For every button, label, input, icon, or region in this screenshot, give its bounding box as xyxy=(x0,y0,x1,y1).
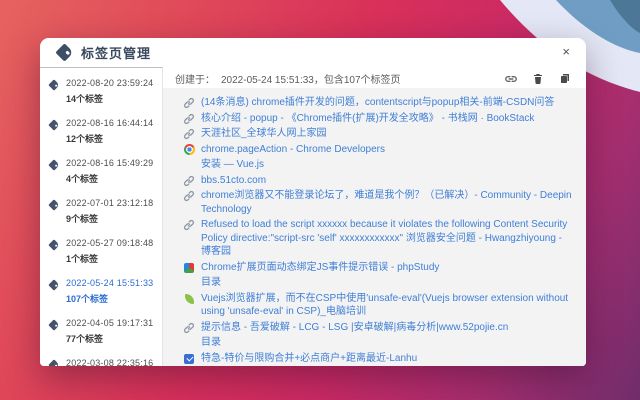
window-body: 2022-08-20 23:59:24 14个标签 2022-08-16 16:… xyxy=(40,67,586,366)
group-date: 2022-08-20 23:59:24 xyxy=(66,78,153,88)
tab-link-row[interactable]: Vuejs浏览器扩展，而不在CSP中使用'unsafe-eval'(Vuejs … xyxy=(183,291,574,320)
tab-link[interactable]: Refused to load the script xxxxxx becaus… xyxy=(201,218,574,259)
page-title: 标签页管理 xyxy=(81,43,151,62)
group-detail-header: 创建于： 2022-05-24 15:51:33，包含107个标签页 xyxy=(163,67,586,88)
group-count: 9个标签 xyxy=(66,212,153,225)
blank-favicon xyxy=(183,337,195,349)
tab-link-row[interactable]: 目录 xyxy=(183,335,574,351)
trash-icon xyxy=(532,72,544,85)
link-icon xyxy=(183,322,195,334)
link-icon xyxy=(183,113,195,125)
group-date: 2022-05-24 15:51:33 xyxy=(66,278,153,288)
tag-icon xyxy=(48,239,59,250)
group-count: 12个标签 xyxy=(66,132,153,145)
lanhu-icon xyxy=(183,353,195,365)
tab-link[interactable]: 安装 — Vue.js xyxy=(201,158,264,172)
main-panel: 创建于： 2022-05-24 15:51:33，包含107个标签页 xyxy=(163,67,586,366)
tab-link-row[interactable]: 核心介绍 - popup - 《Chrome插件(扩展)开发全攻略》 - 书栈网… xyxy=(183,111,574,127)
tag-icon xyxy=(48,79,59,90)
tab-link[interactable]: 目录 xyxy=(201,336,221,350)
tab-link-row[interactable]: chrome浏览器又不能登录论坛了，难道是我个例？（已解决）- Communit… xyxy=(183,188,574,217)
link-icon xyxy=(504,72,518,86)
tab-manager-window: 标签页管理 × 2022-08-20 23:59:24 14个标签 2022-0… xyxy=(40,38,586,366)
tab-link-row[interactable]: chrome.pageAction - Chrome Developers xyxy=(183,142,574,158)
tag-icon xyxy=(48,279,59,290)
tab-link[interactable]: chrome.pageAction - Chrome Developers xyxy=(201,143,385,157)
created-label: 创建于： xyxy=(175,71,215,86)
tab-link[interactable]: 目录 xyxy=(201,276,221,290)
tab-link-row[interactable]: 目录 xyxy=(183,275,574,291)
tab-link[interactable]: chrome浏览器又不能登录论坛了，难道是我个例？（已解决）- Communit… xyxy=(201,189,574,216)
blank-favicon xyxy=(183,159,195,171)
tab-group-item[interactable]: 2022-07-01 23:12:18 9个标签 xyxy=(48,192,162,232)
tab-link-row[interactable]: (14条消息) chrome插件开发的问题，contentscript与popu… xyxy=(183,95,574,111)
header-actions xyxy=(504,72,572,86)
tab-group-item[interactable]: 2022-08-16 15:49:29 4个标签 xyxy=(48,152,162,192)
tag-icon xyxy=(48,359,59,366)
delete-button[interactable] xyxy=(531,72,545,86)
link-icon xyxy=(183,219,195,231)
tag-icon xyxy=(55,43,73,61)
created-value: 2022-05-24 15:51:33，包含107个标签页 xyxy=(221,71,401,86)
tab-link-row[interactable]: 天涯社区_全球华人网上家园 xyxy=(183,126,574,142)
group-date: 2022-03-08 22:35:16 xyxy=(66,358,153,366)
group-sidebar: 2022-08-20 23:59:24 14个标签 2022-08-16 16:… xyxy=(40,67,163,366)
tab-link-list: (14条消息) chrome插件开发的问题，contentscript与popu… xyxy=(163,88,586,366)
tab-link-row[interactable]: Refused to load the script xxxxxx becaus… xyxy=(183,217,574,260)
tab-link[interactable]: (14条消息) chrome插件开发的问题，contentscript与popu… xyxy=(201,96,554,110)
tab-group-item[interactable]: 2022-05-27 09:18:48 1个标签 xyxy=(48,232,162,272)
tab-link[interactable]: bbs.51cto.com xyxy=(201,174,266,188)
tab-link[interactable]: 天涯社区_全球华人网上家园 xyxy=(201,127,327,141)
link-icon xyxy=(183,175,195,187)
group-date: 2022-07-01 23:12:18 xyxy=(66,198,153,208)
tab-link-row[interactable]: 提示信息 - 吾爱破解 - LCG - LSG |安卓破解|病毒分析|www.5… xyxy=(183,320,574,336)
tab-group-item[interactable]: 2022-04-05 19:17:31 77个标签 xyxy=(48,312,162,352)
group-count: 14个标签 xyxy=(66,92,153,105)
blank-favicon xyxy=(183,277,195,289)
tab-link-row[interactable]: 特急-特价与限购合并+必点商户+距离最近-Lanhu xyxy=(183,351,574,367)
tab-link[interactable]: Vuejs浏览器扩展，而不在CSP中使用'unsafe-eval'(Vuejs … xyxy=(201,292,574,319)
link-icon xyxy=(183,97,195,109)
tab-link[interactable]: 核心介绍 - popup - 《Chrome插件(扩展)开发全攻略》 - 书栈网… xyxy=(201,112,534,126)
group-count: 4个标签 xyxy=(66,172,153,185)
copy-link-button[interactable] xyxy=(504,72,518,86)
group-date: 2022-08-16 16:44:14 xyxy=(66,118,153,128)
tab-group-item[interactable]: 2022-08-20 23:59:24 14个标签 xyxy=(48,72,162,112)
group-count: 77个标签 xyxy=(66,332,153,345)
tab-link[interactable]: 特急-特价与限购合并+必点商户+距离最近-Lanhu xyxy=(201,352,417,366)
tab-link[interactable]: 提示信息 - 吾爱破解 - LCG - LSG |安卓破解|病毒分析|www.5… xyxy=(201,321,508,335)
vue-leaf-icon xyxy=(183,293,195,305)
chrome-icon xyxy=(183,144,195,156)
tab-link-row[interactable]: Chrome扩展页面动态绑定JS事件提示错误 - phpStudy xyxy=(183,260,574,276)
tag-icon xyxy=(48,199,59,210)
desktop: 标签页管理 × 2022-08-20 23:59:24 14个标签 2022-0… xyxy=(0,0,640,400)
group-date: 2022-04-05 19:17:31 xyxy=(66,318,153,328)
link-icon xyxy=(183,190,195,202)
tab-group-item[interactable]: 2022-05-24 15:51:33 107个标签 xyxy=(48,272,162,312)
phpstudy-icon xyxy=(183,262,195,274)
group-date: 2022-05-27 09:18:48 xyxy=(66,238,153,248)
copy-icon xyxy=(559,72,571,85)
tab-link-row[interactable]: 安装 — Vue.js xyxy=(183,157,574,173)
copy-button[interactable] xyxy=(558,72,572,86)
link-icon xyxy=(183,128,195,140)
titlebar: 标签页管理 × xyxy=(40,38,586,67)
group-count: 107个标签 xyxy=(66,292,153,305)
tab-link-row[interactable]: bbs.51cto.com xyxy=(183,173,574,189)
close-button[interactable]: × xyxy=(562,44,570,60)
group-date: 2022-08-16 15:49:29 xyxy=(66,158,153,168)
tab-group-item[interactable]: 2022-08-16 16:44:14 12个标签 xyxy=(48,112,162,152)
tag-icon xyxy=(48,159,59,170)
tab-link[interactable]: Chrome扩展页面动态绑定JS事件提示错误 - phpStudy xyxy=(201,261,439,275)
tab-group-item[interactable]: 2022-03-08 22:35:16 4个标签 xyxy=(48,352,162,366)
group-count: 1个标签 xyxy=(66,252,153,265)
tag-icon xyxy=(48,319,59,330)
tag-icon xyxy=(48,119,59,130)
